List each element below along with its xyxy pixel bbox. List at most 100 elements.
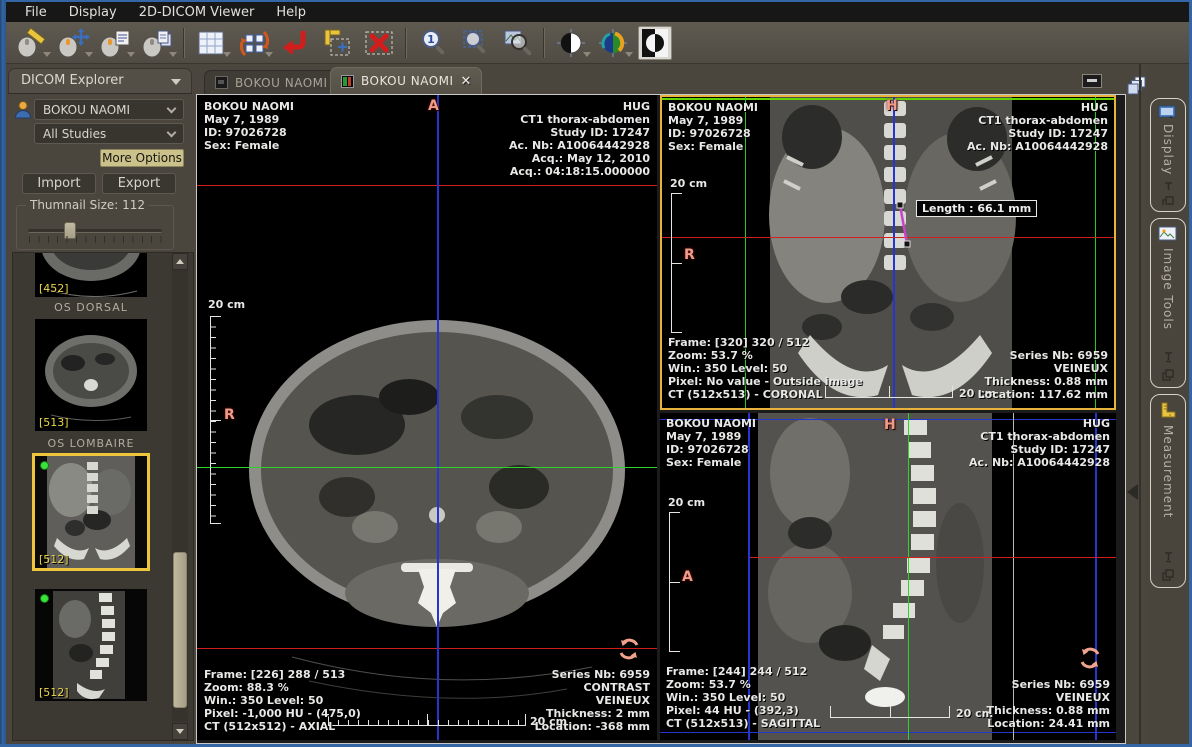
reset-icon[interactable] [274,24,316,62]
measurement-line[interactable] [894,199,916,253]
menu-bar: File Display 2D-DICOM Viewer Help [6,2,1189,22]
study-select[interactable]: All Studies [34,123,184,144]
overlay-line: Series Nb: 6959 [978,349,1108,362]
crosshair-vertical-blue[interactable] [437,95,439,740]
patient-select[interactable]: BOKOU NAOMI [34,99,184,120]
explorer-header[interactable]: DICOM Explorer [8,68,192,94]
tab-bokou-naomi-2-active[interactable]: BOKOU NAOMI ✕ [330,67,482,94]
dropdown-arrow-icon[interactable] [85,52,93,57]
collapse-arrow-icon[interactable] [171,79,181,85]
reference-line-blue-bottom[interactable] [660,732,1116,733]
context-menu-icon[interactable] [94,24,136,62]
overlay-line: Frame: [226] 288 / 513 [204,668,361,681]
zoom-best-fit-icon[interactable] [454,24,496,62]
explorer-title: DICOM Explorer [21,73,124,88]
axial-view[interactable]: BOKOU NAOMIMay 7, 1989ID: 97026728Sex: F… [197,95,657,740]
dropdown-arrow-icon[interactable] [265,52,273,57]
tab-measurement[interactable]: Measurement [1150,394,1186,588]
sagittal-view[interactable]: BOKOU NAOMIMay 7, 1989ID: 97026728Sex: F… [660,413,1116,740]
delete-measurements-icon[interactable] [358,24,400,62]
menu-display[interactable]: Display [58,4,128,21]
crosshair-vertical-green[interactable] [908,413,909,740]
crosshair-horizontal-red[interactable] [662,237,1114,238]
series-caption: OS DORSAL [13,301,169,314]
dropdown-arrow-icon[interactable] [43,52,51,57]
zoom-region-icon[interactable] [496,24,538,62]
overlay-line: CT (512x513) - CORONAL [668,388,863,401]
pin-icon[interactable] [1163,351,1174,363]
menu-2d-dicom-viewer[interactable]: 2D-DICOM Viewer [128,4,266,21]
study-select-value: All Studies [43,127,168,141]
lut-icon[interactable] [592,24,634,62]
orientation-marker-right: R [224,407,235,423]
overlay-line: Study ID: 17247 [509,126,650,139]
dropdown-arrow-icon[interactable] [169,52,177,57]
tab-bokou-naomi-1[interactable]: BOKOU NAOMI [204,70,339,94]
crosshair-horizontal-red[interactable] [750,557,1116,558]
export-button[interactable]: Export [102,173,176,194]
dropdown-arrow-icon[interactable] [583,52,591,57]
window-level-icon[interactable] [550,24,592,62]
patient-icon [14,101,32,119]
thumbnail-os-dorsal[interactable]: [452] [35,253,147,297]
measurement-length-label[interactable]: Length : 66.1 mm [916,200,1037,217]
invert-lut-icon[interactable] [638,26,672,60]
scrollbar-thumb[interactable] [173,552,187,708]
layout-grid-icon[interactable] [190,24,232,62]
series-stack-icon[interactable] [1127,76,1147,100]
overlay-line: Ac. Nb: A10064442928 [969,456,1110,469]
panel-toggle-icon[interactable] [1082,73,1102,92]
scroll-up-button[interactable] [172,253,188,270]
series-tab-icon [341,75,354,88]
thumbnail-coronal-selected[interactable]: [512] [32,453,150,571]
overlay-line: Frame: [244] 244 / 512 [666,665,820,678]
overlay-line: Ac. Nb: A10064442928 [967,140,1108,153]
reset-layout-icon[interactable] [232,24,274,62]
overlay-line: CT (512x512) - AXIAL [204,720,361,733]
series-info-overlay: Series Nb: 6959VEINEUXThickness: 0.88 mm… [987,678,1110,730]
overlay-line: Sex: Female [204,139,294,152]
collapse-panel-handle[interactable] [1127,484,1138,500]
vertical-scale-ruler [671,193,683,333]
frame-info-overlay: Frame: [320] 320 / 512Zoom: 53.7 %Win.: … [668,336,863,401]
scroll-down-button[interactable] [172,723,188,740]
frame-info-overlay: Frame: [226] 288 / 513Zoom: 88.3 %Win.: … [204,668,361,733]
select-measurements-icon[interactable] [316,24,358,62]
thumbnail-os-lombaire[interactable]: [513] [35,319,147,431]
close-icon[interactable]: ✕ [461,74,472,89]
overlay-line: CT1 thorax-abdomen [969,430,1110,443]
refresh-icon[interactable] [617,637,641,665]
coronal-view-selected[interactable]: Length : 66.1 mm BOKOU NAOMIMay 7, 1989I… [660,95,1116,410]
orientation-marker-head: H [884,417,896,433]
crosshair-horizontal-green[interactable] [197,467,657,468]
orientation-marker-anterior: A [682,569,693,585]
reference-line-red-bottom[interactable] [197,648,657,649]
detach-window-icon[interactable] [1162,569,1174,581]
more-options-button[interactable]: More Options [100,149,184,167]
measure-pointer-icon[interactable] [10,24,52,62]
tab-display[interactable]: Display [1150,98,1186,212]
reference-line-red-top[interactable] [197,185,657,186]
pin-icon[interactable] [1163,551,1174,563]
thumbnail-size-slider[interactable] [28,229,162,233]
zoom-original-icon[interactable]: 1 [412,24,454,62]
detach-window-icon[interactable] [1162,196,1174,205]
dropdown-arrow-icon[interactable] [127,52,135,57]
series-scroll-icon[interactable] [136,24,178,62]
pan-icon[interactable] [52,24,94,62]
dropdown-arrow-icon[interactable] [223,52,231,57]
overlay-line: Zoom: 88.3 % [204,681,361,694]
panel-splitter[interactable] [1139,64,1141,744]
refresh-icon[interactable] [1078,646,1102,674]
study-info-overlay: HUGCT1 thorax-abdomenStudy ID: 17247Ac. … [969,417,1110,469]
pin-icon[interactable] [1163,181,1174,190]
import-button[interactable]: Import [22,173,96,194]
tab-label: Display [1161,124,1175,175]
detach-window-icon[interactable] [1162,369,1174,381]
tab-image-tools[interactable]: Image Tools [1150,218,1186,388]
dropdown-arrow-icon[interactable] [625,52,633,57]
menu-help[interactable]: Help [265,4,317,21]
overlay-line: Win.: 350 Level: 50 [668,362,863,375]
menu-file[interactable]: File [14,4,58,21]
thumbnail-sagittal[interactable]: [512] [35,589,147,701]
